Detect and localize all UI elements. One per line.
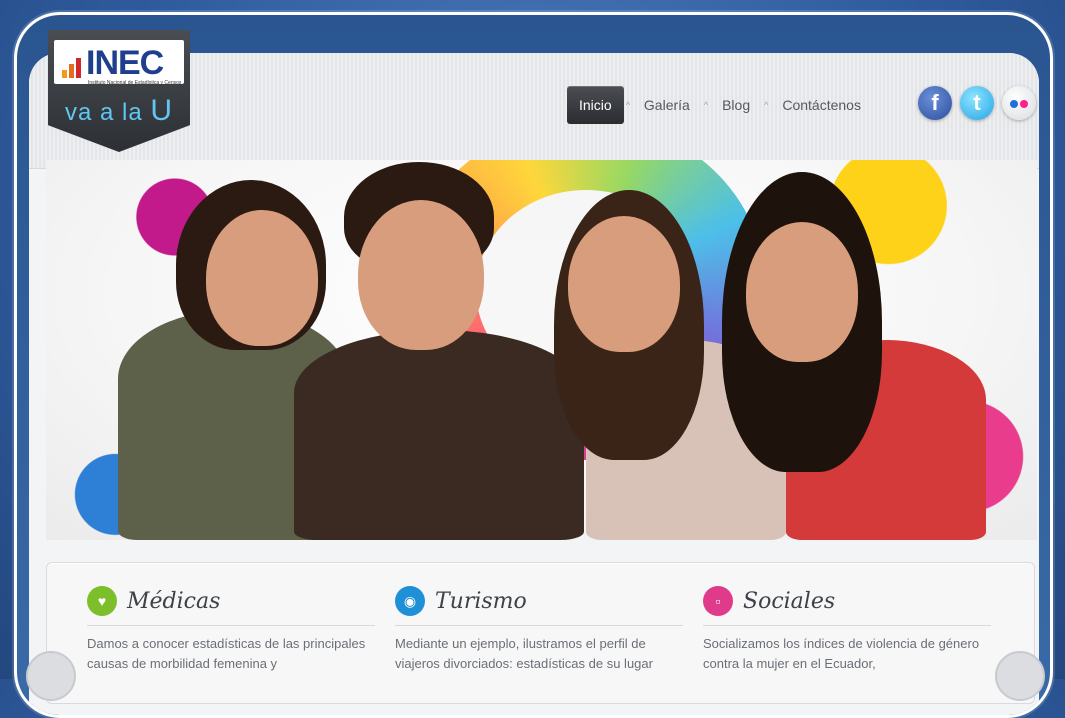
heart-icon: ♥ (87, 586, 117, 616)
hero-face-3 (568, 216, 680, 352)
column-text: Socializamos los índices de violencia de… (703, 636, 980, 671)
nav-separator-icon: ^ (764, 100, 769, 110)
hero-face-1 (206, 210, 318, 346)
column-text: Damos a conocer estadísticas de las prin… (87, 636, 366, 671)
hero-person-2 (294, 330, 584, 540)
column-title[interactable]: Turismo (435, 589, 527, 614)
nav-item-contactenos[interactable]: Contáctenos (770, 86, 873, 124)
logo-brand: INEC (86, 44, 164, 82)
corner-ornament-right (995, 651, 1045, 701)
column-sociales: ▫ Sociales Socializamos los índices de v… (703, 583, 991, 674)
chat-icon: ▫ (703, 586, 733, 616)
hero-banner (46, 160, 1037, 540)
camera-icon: ◉ (395, 586, 425, 616)
content-columns: ♥ Médicas Damos a conocer estadísticas d… (46, 562, 1035, 704)
column-text: Mediante un ejemplo, ilustramos el perfi… (395, 636, 653, 671)
column-header: ▫ Sociales (703, 583, 991, 626)
nav-item-galeria[interactable]: Galería (632, 86, 702, 124)
column-medicas: ♥ Médicas Damos a conocer estadísticas d… (87, 583, 375, 674)
hero-face-2 (358, 200, 484, 350)
main-nav: Inicio ^ Galería ^ Blog ^ Contáctenos (567, 86, 873, 124)
logo-tagline: va a la U (64, 94, 174, 127)
column-turismo: ◉ Turismo Mediante un ejemplo, ilustramo… (395, 583, 683, 674)
twitter-icon[interactable]: t (960, 86, 994, 120)
corner-ornament-left (26, 651, 76, 701)
flickr-icon[interactable] (1002, 86, 1036, 120)
hero-face-4 (746, 222, 858, 362)
logo-bars-icon (62, 58, 81, 78)
nav-separator-icon: ^ (625, 100, 630, 110)
column-title[interactable]: Médicas (127, 589, 220, 614)
logo-white-plate: INEC Instituto Nacional de Estadística y… (54, 40, 184, 86)
nav-item-blog[interactable]: Blog (710, 86, 762, 124)
social-links: f t (918, 86, 1036, 120)
column-header: ◉ Turismo (395, 583, 683, 626)
facebook-icon[interactable]: f (918, 86, 952, 120)
logo-subtitle: Instituto Nacional de Estadística y Cens… (88, 80, 182, 86)
nav-item-inicio[interactable]: Inicio (567, 86, 624, 124)
nav-separator-icon: ^ (703, 100, 709, 110)
column-header: ♥ Médicas (87, 583, 375, 626)
column-title[interactable]: Sociales (743, 589, 835, 614)
